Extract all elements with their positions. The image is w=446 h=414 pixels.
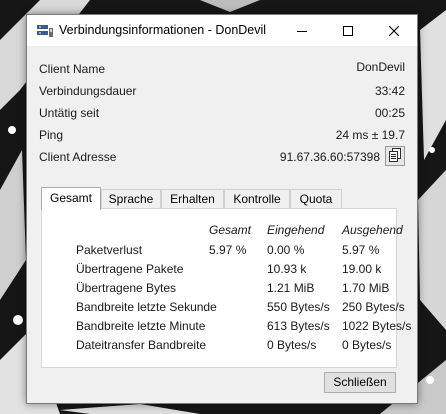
close-button[interactable]: Schließen (324, 372, 396, 393)
client-address-value: 91.67.36.60:57398 (279, 150, 380, 164)
row-label-bandwidth-last-minute: Bandbreite letzte Minute (76, 319, 206, 333)
bytes-transferred-incoming: 1.21 MiB (267, 281, 315, 295)
packet-loss-incoming: 0.00 % (267, 243, 305, 257)
tab-sprache[interactable]: Sprache (101, 189, 161, 208)
tab-quota[interactable]: Quota (290, 189, 342, 208)
row-label-packets-transferred: Übertragene Pakete (76, 262, 184, 276)
stats-panel: Gesamt Eingehend Ausgehend Paketverlust … (41, 208, 411, 368)
bandwidth-last-minute-incoming: 613 Bytes/s (267, 319, 330, 333)
maximize-button[interactable] (325, 15, 371, 46)
info-row-idle-since: Untätig seit 00:25 (39, 104, 405, 122)
packets-transferred-incoming: 10.93 k (267, 262, 307, 276)
connection-duration-label: Verbindungsdauer (39, 84, 137, 98)
column-header-incoming: Eingehend (267, 223, 325, 237)
client-name-label: Client Name (39, 62, 106, 76)
row-label-file-transfer-bandwidth: Dateitransfer Bandbreite (76, 338, 207, 352)
bandwidth-last-second-incoming: 550 Bytes/s (267, 300, 330, 314)
column-header-total: Gesamt (209, 223, 252, 237)
title-bar[interactable]: Verbindungsinformationen - DonDevil (27, 15, 417, 46)
packet-loss-total: 5.97 % (209, 243, 247, 257)
info-row-client-name: Client Name DonDevil (39, 60, 405, 78)
close-icon (389, 25, 399, 36)
idle-since-value: 00:25 (374, 106, 405, 120)
maximize-icon (343, 25, 353, 36)
server-icon (37, 24, 53, 38)
packet-loss-outgoing: 5.97 % (342, 243, 380, 257)
file-transfer-bandwidth-incoming: 0 Bytes/s (267, 338, 317, 352)
minimize-button[interactable] (279, 15, 325, 46)
connection-info-window: Verbindungsinformationen - DonDevil Clie… (26, 14, 418, 404)
tab-gesamt[interactable]: Gesamt (41, 187, 101, 210)
info-row-ping: Ping 24 ms ± 19.7 (39, 126, 405, 144)
close-window-button[interactable] (371, 15, 417, 46)
idle-since-label: Untätig seit (39, 106, 100, 120)
row-label-bandwidth-last-second: Bandbreite letzte Sekunde (76, 300, 217, 314)
info-row-client-address: Client Adresse 91.67.36.60:57398 (39, 146, 405, 166)
minimize-icon (297, 26, 307, 36)
client-name-value: DonDevil (356, 60, 405, 74)
client-address-label: Client Adresse (39, 150, 117, 164)
bandwidth-last-minute-outgoing: 1022 Bytes/s (342, 319, 412, 333)
tab-erhalten[interactable]: Erhalten (161, 189, 224, 208)
bandwidth-last-second-outgoing: 250 Bytes/s (342, 300, 405, 314)
packets-transferred-outgoing: 19.00 k (342, 262, 382, 276)
copy-icon (389, 147, 401, 165)
copy-address-button[interactable] (385, 146, 405, 166)
row-label-bytes-transferred: Übertragene Bytes (76, 281, 177, 295)
bytes-transferred-outgoing: 1.70 MiB (342, 281, 390, 295)
row-label-packet-loss: Paketverlust (76, 243, 143, 257)
column-header-outgoing: Ausgehend (342, 223, 403, 237)
ping-value: 24 ms ± 19.7 (335, 128, 405, 142)
file-transfer-bandwidth-outgoing: 0 Bytes/s (342, 338, 392, 352)
window-title: Verbindungsinformationen - DonDevil (59, 23, 267, 37)
info-row-connection-duration: Verbindungsdauer 33:42 (39, 82, 405, 100)
tab-kontrolle[interactable]: Kontrolle (224, 189, 290, 208)
connection-duration-value: 33:42 (374, 84, 405, 98)
ping-label: Ping (39, 128, 64, 142)
